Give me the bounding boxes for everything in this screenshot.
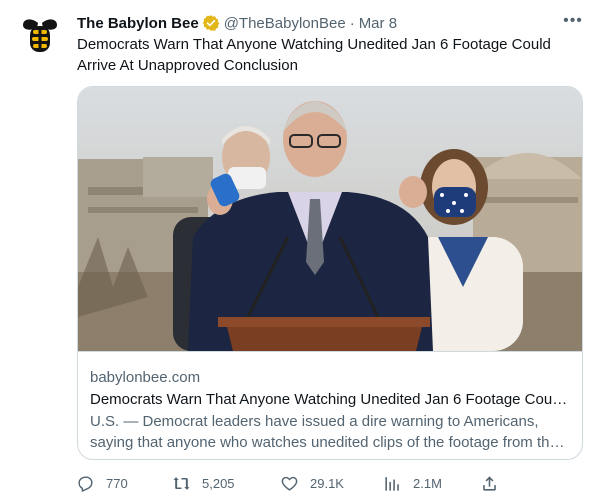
card-description-line-2: saying that anyone who watches unedited … (90, 434, 570, 451)
card-image (78, 87, 582, 351)
link-card[interactable]: babylonbee.com Democrats Warn That Anyon… (77, 86, 583, 460)
reply-count: 770 (106, 475, 128, 491)
retweet-arrows-icon (173, 476, 190, 490)
gold-verified-badge-icon[interactable] (202, 14, 220, 32)
retweet-button[interactable]: 5,205 (172, 470, 235, 496)
card-title: Democrats Warn That Anyone Watching Uned… (90, 391, 570, 408)
share-upload-icon (483, 475, 496, 491)
views-count: 2.1M (413, 475, 442, 491)
card-body: babylonbee.com Democrats Warn That Anyon… (78, 351, 582, 459)
like-count: 29.1K (310, 475, 344, 491)
card-description-line-1: U.S. — Democrat leaders have issued a di… (90, 413, 539, 430)
more-icon: ••• (563, 12, 583, 29)
bar-chart-icon (385, 476, 399, 491)
tweet-action-bar: 770 5,205 29.1K 2.1M (68, 470, 588, 496)
share-button[interactable] (480, 470, 510, 496)
more-options-button[interactable]: ••• (560, 10, 586, 32)
like-button[interactable]: 29.1K (280, 470, 344, 496)
card-domain: babylonbee.com (90, 369, 201, 386)
author-handle[interactable]: @TheBabylonBee (224, 15, 346, 32)
separator-dot: · (349, 14, 355, 32)
speech-bubble-icon (78, 475, 93, 492)
reply-button[interactable]: 770 (76, 470, 128, 496)
bee-logo-icon (17, 13, 63, 59)
tweet-header: The Babylon Bee @TheBabylonBee · Mar 8 (77, 13, 397, 33)
heart-icon (281, 476, 298, 491)
views-button[interactable]: 2.1M (383, 470, 442, 496)
avatar[interactable] (17, 13, 63, 59)
author-name[interactable]: The Babylon Bee (77, 15, 199, 32)
tweet-date[interactable]: Mar 8 (359, 15, 397, 32)
card-description: U.S. — Democrat leaders have issued a di… (90, 411, 570, 453)
retweet-count: 5,205 (202, 475, 235, 491)
tweet-text: Democrats Warn That Anyone Watching Uned… (77, 36, 551, 74)
